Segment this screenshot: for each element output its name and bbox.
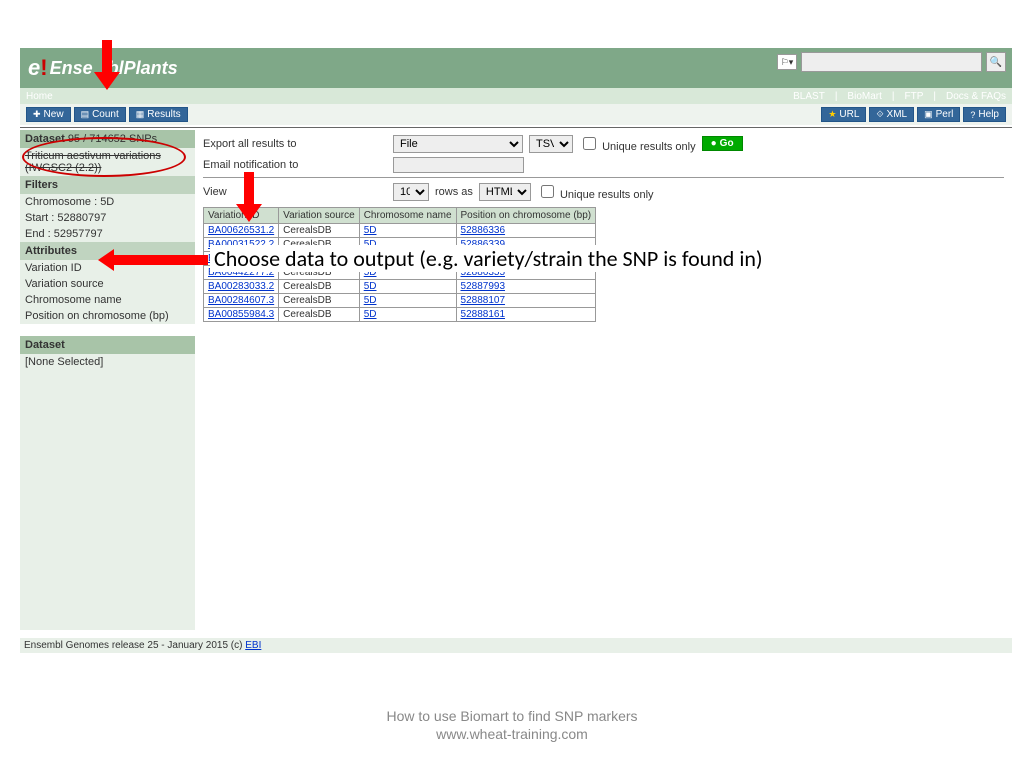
search-input[interactable]	[801, 52, 982, 72]
nav-home[interactable]: Home	[26, 91, 53, 102]
col-position: Position on chromosome (bp)	[456, 208, 596, 224]
nav-docs[interactable]: Docs & FAQs	[946, 91, 1006, 102]
table-row: BA00283033.2 CerealsDB 5D 52887993	[204, 280, 596, 294]
footer: Ensembl Genomes release 25 - January 201…	[20, 638, 1012, 653]
list-icon: ▤	[81, 109, 90, 120]
results-icon: ▦	[136, 109, 145, 120]
position-link[interactable]: 52888161	[461, 309, 506, 320]
sidebar-filter-chr[interactable]: Chromosome : 5D	[20, 194, 195, 210]
go-button[interactable]: ●Go	[702, 136, 743, 151]
position-link[interactable]: 52888107	[461, 295, 506, 306]
annotation-arrow-count	[94, 40, 118, 90]
language-selector[interactable]: ⚐▾	[777, 54, 797, 70]
slide-footer: How to use Biomart to find SNP markers w…	[0, 707, 1024, 743]
export-label: Export all results to	[203, 138, 393, 150]
main-panel: Export all results to File TSV Unique re…	[195, 130, 1012, 630]
new-button[interactable]: ✚New	[26, 107, 71, 122]
sidebar-attr-pos[interactable]: Position on chromosome (bp)	[20, 308, 195, 324]
sidebar-dataset2-val[interactable]: [None Selected]	[20, 354, 195, 370]
sidebar-dataset2-head[interactable]: Dataset	[20, 336, 195, 354]
sidebar-filter-start[interactable]: Start : 52880797	[20, 210, 195, 226]
email-label: Email notification to	[203, 159, 393, 171]
footer-ebi-link[interactable]: EBI	[245, 640, 261, 651]
perl-button[interactable]: ▣Perl	[917, 107, 960, 122]
view-label: View	[203, 186, 393, 198]
table-row: BA00284607.3 CerealsDB 5D 52888107	[204, 294, 596, 308]
help-button[interactable]: ?Help	[963, 107, 1006, 122]
export-target-select[interactable]: File	[393, 135, 523, 153]
sidebar: Dataset 95 / 714652 SNPs Triticum aestiv…	[20, 130, 195, 630]
table-row: BA00855984.3 CerealsDB 5D 52888161	[204, 308, 596, 322]
search-button[interactable]: 🔍	[986, 52, 1006, 72]
annotation-arrow-attributes	[98, 249, 208, 269]
chromosome-link[interactable]: 5D	[364, 281, 377, 292]
position-link[interactable]: 52887993	[461, 281, 506, 292]
view-format-select[interactable]: HTML	[479, 183, 531, 201]
nav-ftp[interactable]: FTP	[904, 91, 923, 102]
export-unique-label[interactable]: Unique results only	[579, 134, 696, 153]
table-row: BA00626531.2 CerealsDB 5D 52886336	[204, 224, 596, 238]
url-button[interactable]: ★URL	[821, 107, 866, 122]
chromosome-link[interactable]: 5D	[364, 309, 377, 320]
sidebar-filters-head[interactable]: Filters	[20, 176, 195, 194]
view-unique-checkbox[interactable]	[541, 185, 554, 198]
toolbar: ✚New ▤Count ▦Results ★URL ⟐XML ▣Perl ?He…	[20, 104, 1012, 125]
variation-id-link[interactable]: BA00283033.2	[208, 281, 274, 292]
count-button[interactable]: ▤Count	[74, 107, 126, 122]
perl-icon: ▣	[924, 109, 933, 120]
annotation-arrow-email	[236, 172, 260, 222]
email-input[interactable]	[393, 157, 524, 173]
nav-biomart[interactable]: BioMart	[847, 91, 881, 102]
annotation-oval-dataset	[22, 137, 186, 177]
variation-id-link[interactable]: BA00855984.3	[208, 309, 274, 320]
cell-source: CerealsDB	[279, 280, 360, 294]
variation-id-link[interactable]: BA00284607.3	[208, 295, 274, 306]
export-format-select[interactable]: TSV	[529, 135, 573, 153]
col-variation-source: Variation source	[279, 208, 360, 224]
nav-bar: Home BLAST| BioMart| FTP| Docs & FAQs	[20, 88, 1012, 104]
cell-source: CerealsDB	[279, 224, 360, 238]
view-unique-label[interactable]: Unique results only	[537, 182, 654, 201]
plus-icon: ✚	[33, 109, 41, 120]
chromosome-link[interactable]: 5D	[364, 295, 377, 306]
sidebar-attr-varsrc[interactable]: Variation source	[20, 276, 195, 292]
go-icon: ●	[711, 138, 717, 149]
results-button[interactable]: ▦Results	[129, 107, 188, 122]
export-unique-checkbox[interactable]	[583, 137, 596, 150]
col-chromosome-name: Chromosome name	[359, 208, 456, 224]
xml-button[interactable]: ⟐XML	[869, 107, 914, 122]
app-header: e!Ense blPlants ⚐▾ 🔍	[20, 48, 1012, 88]
nav-blast[interactable]: BLAST	[793, 91, 825, 102]
sidebar-filter-end[interactable]: End : 52957797	[20, 226, 195, 242]
xml-icon: ⟐	[876, 109, 883, 120]
star-icon: ★	[828, 109, 836, 120]
help-icon: ?	[970, 110, 975, 120]
variation-id-link[interactable]: BA00626531.2	[208, 225, 274, 236]
rows-as-label: rows as	[435, 186, 473, 198]
annotation-text: Choose data to output (e.g. variety/stra…	[210, 245, 868, 272]
position-link[interactable]: 52886336	[461, 225, 506, 236]
cell-source: CerealsDB	[279, 294, 360, 308]
chromosome-link[interactable]: 5D	[364, 225, 377, 236]
sidebar-attr-chrname[interactable]: Chromosome name	[20, 292, 195, 308]
view-rows-select[interactable]: 10	[393, 183, 429, 201]
cell-source: CerealsDB	[279, 308, 360, 322]
